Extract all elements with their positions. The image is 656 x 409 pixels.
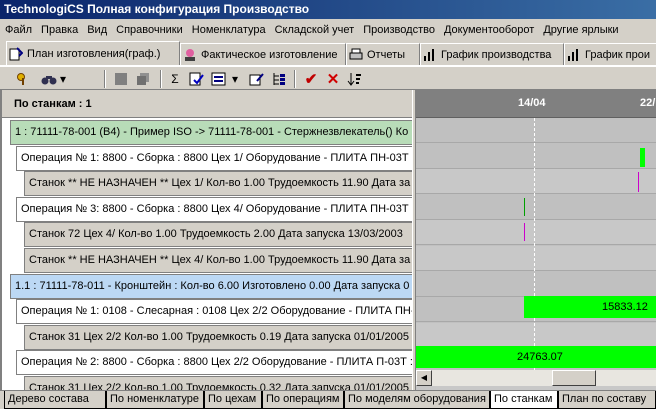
tab[interactable]: Фактическое изготовление (180, 43, 346, 65)
gantt-bar-value: 15833.12 (602, 301, 648, 313)
plan-icon (9, 47, 24, 61)
menu-item[interactable]: Другие ярлыки (538, 19, 622, 41)
chart-icon (423, 48, 437, 62)
tree-row[interactable]: Операция № 2: 8800 - Сборка : 8800 Цех 2… (16, 350, 414, 376)
window-title: TechnologiCS Полная конфигурация Произво… (0, 0, 656, 19)
bottom-tab[interactable]: По цехам (204, 391, 262, 409)
stop-icon[interactable] (112, 70, 130, 88)
panel-header: По станкам : 1 (2, 90, 414, 118)
menu-item[interactable]: Документооборот (439, 19, 538, 41)
gantt-row (416, 194, 656, 220)
tab[interactable]: График прои (564, 43, 656, 65)
menu-item[interactable]: Справочники (111, 19, 187, 41)
bottom-tab[interactable]: По моделям оборудования (344, 391, 490, 409)
toolbar: ▾ Σ ▾ ✔ ✕ (0, 66, 656, 90)
chart-icon (567, 48, 581, 62)
gantt-marker (524, 223, 525, 241)
bottom-tab[interactable]: План по составу (558, 391, 656, 409)
sort-icon[interactable] (346, 70, 364, 88)
gantt-bar[interactable] (640, 148, 645, 167)
gantt-date-label: 22/ (640, 97, 656, 109)
tab-label: Фактическое изготовление (201, 48, 338, 61)
gantt-row (416, 246, 656, 271)
top-tabs: План изготовления(граф.) Фактическое изго… (0, 41, 656, 66)
menu-bar: Файл Правка Вид Справочники Номенклатура Скла… (0, 19, 656, 41)
menu-item[interactable]: Производство (358, 19, 439, 41)
sum-icon[interactable]: Σ (166, 70, 184, 88)
bottom-tab[interactable]: По номенклатуре (106, 391, 204, 409)
menu-item[interactable]: Вид (82, 19, 111, 41)
tab-label: План изготовления(граф.) (27, 48, 161, 60)
worker-icon (183, 48, 197, 62)
gantt-row (416, 220, 656, 246)
tree-icon[interactable] (270, 70, 288, 88)
tree-row[interactable]: Станок ** НЕ НАЗНАЧЕН ** Цех 4/ Кол-во 1… (24, 248, 414, 273)
key-icon[interactable] (14, 70, 32, 88)
gantt-bar-value: 24763.07 (517, 351, 563, 363)
filter-icon[interactable] (210, 70, 228, 88)
toolbar-separator (160, 70, 162, 88)
menu-item[interactable]: Правка (36, 19, 82, 41)
dropdown-arrow-icon[interactable]: ▾ (230, 70, 240, 88)
gantt-row (416, 322, 656, 348)
gantt-row (416, 271, 656, 297)
tree-row[interactable]: Станок ** НЕ НАЗНАЧЕН ** Цех 1/ Кол-во 1… (24, 171, 414, 197)
tree-panel: По станкам : 1 1 : 71111-78-001 (В4) - П… (0, 90, 414, 390)
gantt-horizontal-scrollbar[interactable]: ◀ (416, 370, 656, 386)
tree-row[interactable]: Операция № 1: 8800 - Сборка : 8800 Цех 1… (16, 145, 414, 171)
check-doc-icon[interactable] (188, 70, 206, 88)
tree-row[interactable]: Станок 31 Цех 2/2 Кол-во 1.00 Трудоемкос… (24, 376, 414, 390)
bottom-tab[interactable]: По операциям (262, 391, 344, 409)
toolbar-separator (104, 70, 106, 88)
gantt-row (416, 143, 656, 169)
tree-row[interactable]: 1 : 71111-78-001 (В4) - Пример ISO -> 71… (10, 120, 414, 145)
bottom-tabs: Дерево состава По номенклатуре По цехам По … (0, 390, 656, 409)
tree-row[interactable]: 1.1 : 71111-78-011 - Кронштейн : Кол-во … (10, 273, 414, 299)
tree-row[interactable]: Операция № 3: 8800 - Сборка : 8800 Цех 4… (16, 196, 414, 222)
menu-item[interactable]: Файл (0, 19, 36, 41)
cross-icon[interactable]: ✕ (324, 70, 342, 88)
gantt-row (416, 169, 656, 195)
tree-row[interactable]: Операция № 1: 0108 - Слесарная : 0108 Це… (16, 299, 414, 325)
menu-item[interactable]: Складской учет (270, 19, 359, 41)
copy-icon[interactable] (134, 70, 152, 88)
gantt-marker (524, 198, 525, 216)
menu-item[interactable]: Номенклатура (187, 19, 270, 41)
dropdown-arrow-icon[interactable]: ▾ (58, 70, 68, 88)
gantt-timeline-header: 14/04 22/ (416, 90, 656, 118)
tab-label: График прои (585, 48, 650, 61)
scroll-thumb[interactable] (552, 370, 596, 386)
bottom-tab[interactable]: По станкам (490, 391, 558, 409)
tree-row[interactable]: Станок 31 Цех 2/2 Кол-во 1.00 Трудоемкос… (24, 324, 414, 350)
bottom-tab[interactable]: Дерево состава (4, 391, 106, 409)
gantt-panel: 14/04 22/ 15833.12 24763.07 (416, 90, 656, 390)
tab-label: График производства (441, 48, 552, 61)
gantt-marker (638, 172, 639, 192)
gantt-row (416, 118, 656, 143)
tab[interactable]: План изготовления(граф.) (6, 41, 180, 65)
edit-icon[interactable] (248, 70, 266, 88)
printer-icon (349, 48, 363, 62)
tab[interactable]: График производства (420, 43, 564, 65)
tree-row[interactable]: Станок 72 Цех 4/ Кол-во 1.00 Трудоемкост… (24, 222, 414, 248)
tab-label: Отчеты (367, 48, 406, 61)
checkmark-icon[interactable]: ✔ (302, 70, 320, 88)
toolbar-separator (294, 70, 296, 88)
gantt-date-label: 14/04 (518, 97, 546, 109)
today-line (534, 118, 535, 376)
tab[interactable]: Отчеты (346, 43, 420, 65)
scroll-left-icon[interactable]: ◀ (416, 370, 432, 386)
binoculars-icon[interactable] (40, 70, 58, 88)
